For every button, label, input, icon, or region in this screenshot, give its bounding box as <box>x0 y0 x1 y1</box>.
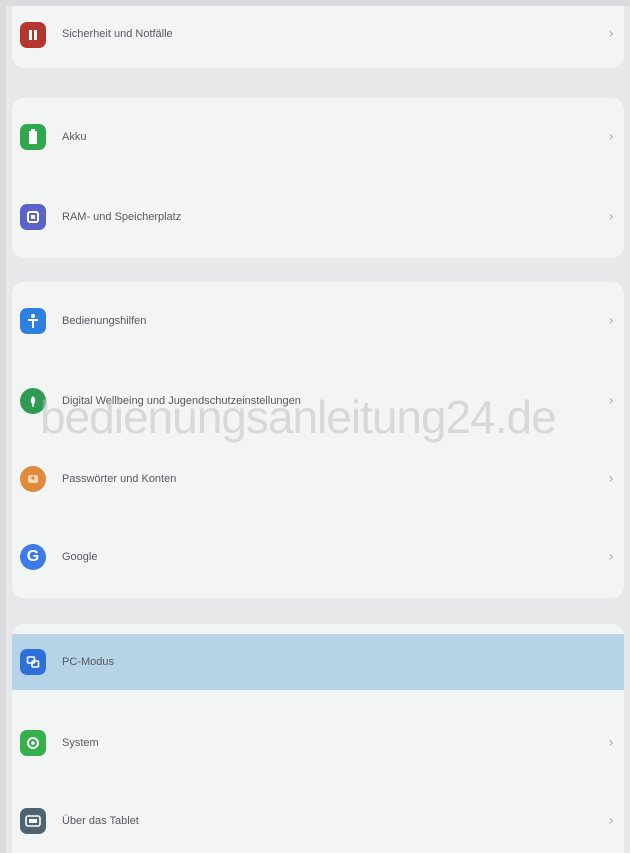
settings-item-storage[interactable]: RAM- und Speicherplatz › <box>12 178 624 256</box>
wellbeing-icon <box>20 388 46 414</box>
chevron-right-icon: › <box>608 813 614 829</box>
settings-item-pc-mode[interactable]: PC-Modus <box>12 634 624 690</box>
settings-item-label: Digital Wellbeing und Jugendschutzeinste… <box>62 395 301 407</box>
settings-group-device: Akku › RAM- und Speicherplatz › <box>12 98 624 258</box>
google-icon: G <box>20 544 46 570</box>
chevron-right-icon: › <box>608 471 614 487</box>
chevron-right-icon: › <box>608 393 614 409</box>
settings-screen: Sicherheit und Notfälle › Akku › RAM- un… <box>6 6 630 853</box>
settings-item-wellbeing[interactable]: Digital Wellbeing und Jugendschutzeinste… <box>12 362 624 440</box>
settings-item-accounts[interactable]: Passwörter und Konten › <box>12 440 624 518</box>
emergency-icon <box>20 22 46 48</box>
system-icon <box>20 730 46 756</box>
settings-item-label: Sicherheit und Notfälle <box>62 28 173 40</box>
pc-mode-icon <box>20 649 46 675</box>
chevron-right-icon: › <box>608 549 614 565</box>
accessibility-icon <box>20 308 46 334</box>
settings-item-label: Akku <box>62 131 87 143</box>
settings-item-label: PC-Modus <box>62 656 114 668</box>
chevron-right-icon: › <box>608 209 614 225</box>
chevron-right-icon: › <box>608 313 614 329</box>
chevron-right-icon: › <box>608 129 614 145</box>
settings-item-label: RAM- und Speicherplatz <box>62 211 182 223</box>
settings-item-label: System <box>62 737 99 749</box>
settings-item-accessibility[interactable]: Bedienungshilfen › <box>12 282 624 360</box>
storage-icon <box>20 204 46 230</box>
chevron-right-icon: › <box>608 735 614 751</box>
settings-item-label: Passwörter und Konten <box>62 473 177 485</box>
settings-group-personal: Bedienungshilfen › Digital Wellbeing und… <box>12 282 624 598</box>
tablet-info-icon <box>20 808 46 834</box>
settings-item-safety[interactable]: Sicherheit und Notfälle › <box>12 6 624 68</box>
settings-item-about[interactable]: Über das Tablet › <box>12 782 624 853</box>
accounts-icon <box>20 466 46 492</box>
settings-item-google[interactable]: G Google › <box>12 518 624 596</box>
settings-group-safety: Sicherheit und Notfälle › <box>12 6 624 68</box>
settings-item-label: Google <box>62 551 98 563</box>
settings-group-system: PC-Modus System › Über das Tablet › <box>12 624 624 853</box>
settings-item-label: Bedienungshilfen <box>62 315 147 327</box>
settings-item-system[interactable]: System › <box>12 704 624 782</box>
settings-item-battery[interactable]: Akku › <box>12 98 624 176</box>
battery-icon <box>20 124 46 150</box>
chevron-right-icon: › <box>608 26 614 42</box>
settings-item-label: Über das Tablet <box>62 815 139 827</box>
